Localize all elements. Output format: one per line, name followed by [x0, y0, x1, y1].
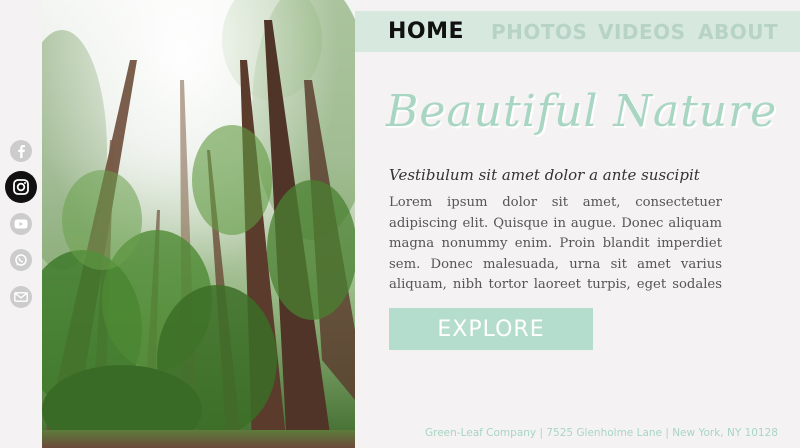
- subtitle: Vestibulum sit amet dolor a ante suscipi…: [389, 166, 700, 184]
- page-title: Beautiful Nature: [386, 86, 778, 137]
- nav-about[interactable]: ABOUT: [698, 20, 778, 44]
- facebook-icon[interactable]: [10, 140, 32, 162]
- whatsapp-icon[interactable]: [10, 249, 32, 271]
- nav-photos[interactable]: PHOTOS: [491, 20, 587, 44]
- email-icon[interactable]: [10, 286, 32, 308]
- main-nav: HOME PHOTOS VIDEOS ABOUT: [355, 11, 800, 52]
- social-sidebar: [0, 0, 42, 448]
- instagram-icon[interactable]: [5, 171, 37, 203]
- nav-videos[interactable]: VIDEOS: [598, 20, 686, 44]
- forest-photo: [42, 0, 355, 448]
- youtube-icon[interactable]: [10, 213, 32, 235]
- nav-home[interactable]: HOME: [388, 19, 464, 44]
- footer-address: Green-Leaf Company | 7525 Glenholme Lane…: [425, 427, 778, 439]
- body-paragraph: Lorem ipsum dolor sit amet, consectetuer…: [389, 195, 722, 292]
- explore-button[interactable]: EXPLORE: [389, 308, 593, 350]
